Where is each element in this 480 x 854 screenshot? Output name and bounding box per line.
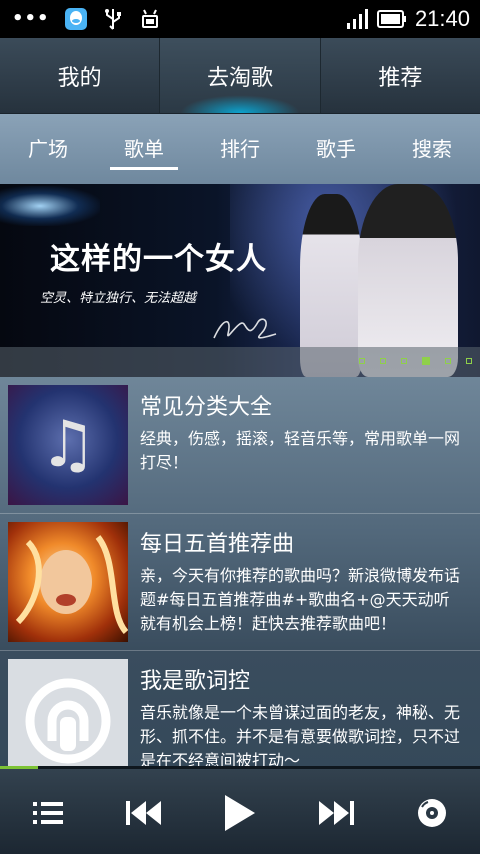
status-bar: ••• 21:40 (0, 0, 480, 38)
playlist-button[interactable] (24, 789, 72, 837)
pager-dot[interactable] (466, 358, 472, 364)
play-button[interactable] (216, 789, 264, 837)
singer-photo (15, 535, 128, 635)
subtab-charts[interactable]: 排行 (192, 114, 288, 184)
list-item-description: 经典，伤感，摇滚，轻音乐等，常用歌单一网打尽！ (140, 429, 461, 472)
previous-icon (126, 801, 161, 825)
qq-icon (64, 8, 87, 30)
now-playing-button[interactable] (408, 789, 456, 837)
list-thumbnail: ♫ (8, 385, 128, 505)
list-item[interactable]: 每日五首推荐曲 亲，今天有你推荐的歌曲吗？新浪微博发布话题#每日五首推荐曲#+歌… (0, 514, 480, 651)
list-item-title: 常见分类大全 (140, 395, 273, 420)
banner-title: 这样的一个女人 (50, 242, 267, 277)
list-item-description: 音乐就像是一个未曾谋过面的老友，神秘、无形、抓不住。并不是有意要做歌词控，只不过… (140, 703, 461, 766)
music-note-icon: ♫ (39, 408, 97, 482)
disc-icon (418, 799, 446, 827)
list-item[interactable]: ♫ 常见分类大全 经典，伤感，摇滚，轻音乐等，常用歌单一网打尽！ (0, 377, 480, 514)
subtab-playlists[interactable]: 歌单 (96, 114, 192, 184)
tab-mine[interactable]: 我的 (0, 38, 161, 113)
list-thumbnail (8, 522, 128, 642)
pager-dot[interactable] (359, 358, 365, 364)
playlist-list: ♫ 常见分类大全 经典，伤感，摇滚，轻音乐等，常用歌单一网打尽！ 每日五首推荐曲… (0, 377, 480, 766)
stage-light (0, 186, 100, 226)
android-debug-icon (141, 9, 158, 28)
pager-dot-active[interactable] (422, 357, 430, 365)
subtab-singers[interactable]: 歌手 (288, 114, 384, 184)
next-button[interactable] (312, 789, 360, 837)
notification-dots: ••• (12, 8, 50, 29)
signal-icon (346, 9, 368, 29)
main-tabs: 我的 去淘歌 推荐 (0, 38, 480, 114)
previous-button[interactable] (120, 789, 168, 837)
subtab-plaza[interactable]: 广场 (0, 114, 96, 184)
playlist-icon (33, 802, 63, 824)
microphone-logo-icon (25, 678, 111, 764)
play-icon (225, 795, 255, 831)
player-bar (0, 769, 480, 854)
banner-pager (359, 357, 472, 365)
pager-dot[interactable] (445, 358, 451, 364)
pager-dot[interactable] (401, 358, 407, 364)
list-item[interactable]: 我是歌词控 音乐就像是一个未曾谋过面的老友，神秘、无形、抓不住。并不是有意要做歌… (0, 651, 480, 766)
tab-find-songs[interactable]: 去淘歌 (160, 38, 321, 113)
list-item-description: 亲，今天有你推荐的歌曲吗？新浪微博发布话题#每日五首推荐曲#+歌曲名+@天天动听… (140, 566, 461, 633)
signature-graphic (213, 318, 277, 339)
battery-icon (376, 10, 406, 28)
banner-subtitle: 空灵、特立独行、无法超越 (40, 291, 197, 306)
sub-tabs: 广场 歌单 排行 歌手 搜索 (0, 114, 480, 184)
subtab-search[interactable]: 搜索 (384, 114, 480, 184)
tab-recommend[interactable]: 推荐 (321, 38, 480, 113)
list-item-title: 每日五首推荐曲 (140, 532, 295, 557)
pager-dot[interactable] (380, 358, 386, 364)
list-thumbnail (8, 659, 128, 766)
list-item-title: 我是歌词控 (140, 669, 251, 694)
next-icon (319, 801, 354, 825)
clock: 21:40 (414, 6, 470, 31)
usb-icon (104, 9, 121, 30)
